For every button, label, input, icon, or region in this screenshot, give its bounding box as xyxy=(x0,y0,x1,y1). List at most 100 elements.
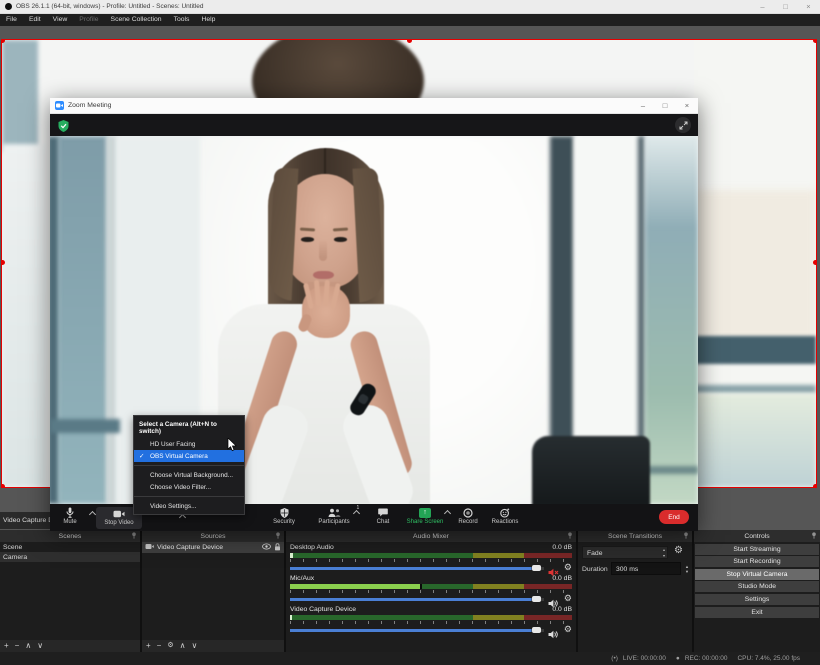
close-button[interactable]: × xyxy=(797,1,820,13)
move-scene-up-button[interactable]: ∧ xyxy=(25,641,31,651)
transform-handle[interactable] xyxy=(813,484,817,488)
transition-select[interactable]: Fade ▴▾ xyxy=(582,546,668,559)
move-scene-down-button[interactable]: ∨ xyxy=(37,641,43,651)
studio-mode-button[interactable]: Studio Mode xyxy=(695,581,819,592)
video-options-chevron-icon[interactable] xyxy=(179,514,186,521)
participants-button[interactable]: 1 Participants xyxy=(310,507,358,526)
obs-statusbar: (•) LIVE: 00:00:00 ● REC: 00:00:00 CPU: … xyxy=(0,652,820,665)
camera-menu-header: Select a Camera (Alt+N to switch) xyxy=(134,418,244,438)
move-source-down-button[interactable]: ∨ xyxy=(191,641,197,651)
transform-handle[interactable] xyxy=(1,484,5,488)
fullscreen-icon[interactable] xyxy=(675,117,691,133)
menu-edit[interactable]: Edit xyxy=(23,14,47,26)
move-source-up-button[interactable]: ∧ xyxy=(180,641,186,651)
start-streaming-button[interactable]: Start Streaming xyxy=(695,544,819,555)
volume-slider-handle[interactable] xyxy=(532,627,541,633)
menu-scene-collection[interactable]: Scene Collection xyxy=(105,14,168,26)
reactions-button[interactable]: Reactions xyxy=(481,507,529,526)
volume-slider[interactable] xyxy=(290,567,544,570)
maximize-button[interactable]: □ xyxy=(774,1,797,13)
minimize-button[interactable]: – xyxy=(751,1,774,13)
transform-handle[interactable] xyxy=(813,260,817,265)
mute-options-chevron-icon[interactable] xyxy=(89,511,96,518)
duration-spinner[interactable]: ▲▼ xyxy=(683,562,691,575)
scenes-panel-title: Scenes xyxy=(59,533,82,540)
channel-settings-gear-icon[interactable]: ⚙ xyxy=(564,624,572,635)
volume-slider-handle[interactable] xyxy=(532,596,541,602)
sources-panel: Sources Video Capture Device + − ⚙ ∧ xyxy=(142,530,284,652)
share-screen-button[interactable]: ↑ Share Screen xyxy=(401,507,449,526)
scenes-panel: Scenes Scene Camera + − ∧ ∨ xyxy=(0,530,140,652)
remove-scene-button[interactable]: − xyxy=(15,641,20,651)
zoom-window-controls: – □ × xyxy=(632,99,698,113)
audio-level-meter xyxy=(290,584,572,589)
choose-virtual-background-item[interactable]: Choose Virtual Background... xyxy=(134,469,244,481)
zoom-titlebar: Zoom Meeting – □ × xyxy=(50,98,698,114)
menu-tools[interactable]: Tools xyxy=(168,14,196,26)
menu-separator xyxy=(134,496,244,497)
pin-icon[interactable] xyxy=(683,532,689,541)
zoom-window-title: Zoom Meeting xyxy=(68,102,111,109)
zoom-maximize-button[interactable]: □ xyxy=(654,99,676,113)
menu-file[interactable]: File xyxy=(0,14,23,26)
volume-slider[interactable] xyxy=(290,629,544,632)
transform-handle[interactable] xyxy=(813,39,817,43)
obs-logo-icon xyxy=(5,3,12,10)
stop-virtual-camera-button[interactable]: Stop Virtual Camera xyxy=(695,569,819,580)
mute-button[interactable]: Mute xyxy=(52,507,88,526)
visibility-eye-icon[interactable] xyxy=(262,543,271,552)
pin-icon[interactable] xyxy=(275,532,281,541)
chat-bubble-icon xyxy=(378,507,388,518)
lock-icon[interactable] xyxy=(274,543,281,553)
channel-settings-gear-icon[interactable]: ⚙ xyxy=(564,562,572,573)
zoom-close-button[interactable]: × xyxy=(676,99,698,113)
source-item-video-capture-device[interactable]: Video Capture Device xyxy=(142,542,284,553)
menu-profile[interactable]: Profile xyxy=(73,14,104,26)
volume-slider-handle[interactable] xyxy=(532,565,541,571)
settings-button[interactable]: Settings xyxy=(695,594,819,605)
mixer-panel-title: Audio Mixer xyxy=(413,533,449,540)
add-scene-button[interactable]: + xyxy=(4,641,9,651)
pin-icon[interactable] xyxy=(567,532,573,541)
transform-handle[interactable] xyxy=(407,39,412,43)
exit-button[interactable]: Exit xyxy=(695,607,819,618)
add-source-button[interactable]: + xyxy=(146,641,151,651)
video-capture-icon xyxy=(145,543,154,552)
duration-label: Duration xyxy=(582,566,608,573)
mixer-channel-desktop-audio: Desktop Audio 0.0 dB ⚙ xyxy=(290,544,572,574)
menu-separator xyxy=(134,465,244,466)
channel-name: Video Capture Device xyxy=(290,606,356,614)
obs-main-window: OBS 26.1.1 (64-bit, windows) - Profile: … xyxy=(0,0,820,665)
security-button[interactable]: Security xyxy=(260,507,308,526)
scene-item-scene[interactable]: Scene xyxy=(0,542,140,552)
zoom-app-icon xyxy=(55,101,64,110)
pin-icon[interactable] xyxy=(811,532,817,541)
transition-settings-gear-icon[interactable]: ⚙ xyxy=(674,545,683,556)
end-meeting-button[interactable]: End xyxy=(659,510,689,524)
speaker-icon[interactable] xyxy=(548,626,559,644)
choose-video-filter-item[interactable]: Choose Video Filter... xyxy=(134,481,244,493)
scene-item-camera[interactable]: Camera xyxy=(0,552,140,562)
audio-level-meter xyxy=(290,615,572,620)
live-indicator-icon: (•) xyxy=(611,655,618,662)
zoom-minimize-button[interactable]: – xyxy=(632,99,654,113)
channel-volume-db: 0.0 dB xyxy=(552,575,572,583)
channel-volume-db: 0.0 dB xyxy=(552,606,572,614)
obs-dock-panels: Scenes Scene Camera + − ∧ ∨ Sources xyxy=(0,530,820,652)
video-settings-item[interactable]: Video Settings... xyxy=(134,500,244,512)
channel-settings-gear-icon[interactable]: ⚙ xyxy=(564,593,572,604)
rec-indicator-icon: ● xyxy=(676,655,680,662)
remove-source-button[interactable]: − xyxy=(157,641,162,651)
volume-slider[interactable] xyxy=(290,598,544,601)
menu-view[interactable]: View xyxy=(47,14,74,26)
duration-input[interactable]: 300 ms xyxy=(611,562,681,575)
pin-icon[interactable] xyxy=(131,532,137,541)
rec-timer: REC: 00:00:00 xyxy=(685,655,728,662)
meeting-encryption-shield-icon[interactable] xyxy=(58,119,69,137)
menu-help[interactable]: Help xyxy=(195,14,221,26)
share-screen-icon: ↑ xyxy=(419,507,431,518)
source-properties-gear-icon[interactable]: ⚙ xyxy=(167,641,173,651)
chat-button[interactable]: Chat xyxy=(359,507,407,526)
combo-arrows-icon: ▴▾ xyxy=(663,547,665,559)
start-recording-button[interactable]: Start Recording xyxy=(695,556,819,567)
